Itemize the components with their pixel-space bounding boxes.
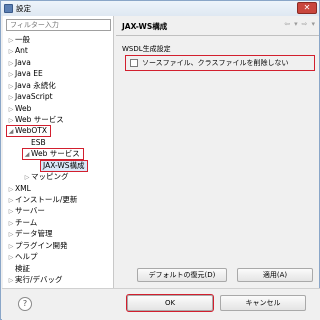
tree-item-java[interactable]: ▷ Java: [7, 58, 31, 68]
expand-arrow-icon[interactable]: ▷: [23, 173, 31, 183]
chevron-down-icon[interactable]: ▾: [311, 20, 315, 28]
tree-item-label: JavaScript: [15, 92, 53, 101]
expand-arrow-icon[interactable]: ▷: [7, 70, 15, 80]
tree-item-label: 検証: [15, 264, 30, 273]
tree-item-validation[interactable]: 検証: [7, 264, 30, 274]
tree-item-general[interactable]: ▷ 一般: [7, 35, 30, 45]
tree-item-install-update[interactable]: ▷ インストール/更新: [7, 195, 78, 206]
tree-item-label: ESB: [31, 138, 46, 147]
page-navigation: ⇦ ▾ ⇨ ▾: [284, 20, 315, 28]
expand-arrow-icon[interactable]: ▷: [7, 93, 15, 103]
header-divider: [116, 35, 319, 36]
tree-item-label: Web サービス: [31, 149, 80, 158]
tree-item-esb[interactable]: ESB: [23, 138, 46, 148]
expand-arrow-icon[interactable]: ▷: [7, 82, 15, 92]
expand-arrow-icon[interactable]: ▷: [7, 242, 15, 252]
help-icon[interactable]: ?: [18, 297, 32, 311]
tree-item-label: WebOTX: [15, 126, 47, 135]
tree-item-web[interactable]: ▷ Web: [7, 104, 32, 115]
wsdl-group-label: WSDL生成設定: [122, 45, 171, 53]
tree-item-server[interactable]: ▷ サーバー: [7, 206, 45, 216]
tree-item-xml[interactable]: ▷ XML: [7, 184, 31, 194]
apply-button[interactable]: 適用(A): [237, 268, 313, 282]
expand-arrow-icon[interactable]: ▷: [7, 36, 15, 46]
expand-arrow-icon[interactable]: ▷: [7, 219, 15, 229]
expand-arrow-icon[interactable]: ▷: [7, 47, 15, 57]
tree-item-help[interactable]: ▷ ヘルプ: [7, 252, 38, 262]
keep-files-checkbox[interactable]: [130, 59, 138, 67]
tree-item-label: サーバー: [15, 206, 45, 215]
window-title: 設定: [16, 4, 31, 13]
keep-files-option[interactable]: ソースファイル、クラスファイルを削除しない: [125, 55, 315, 71]
expand-arrow-icon[interactable]: ▷: [7, 116, 15, 126]
tree-item-team[interactable]: ▷ チーム: [7, 218, 38, 229]
forward-arrow-icon[interactable]: ⇨: [302, 20, 308, 28]
tree-item-label: チーム: [15, 218, 38, 227]
expand-arrow-icon[interactable]: ▷: [7, 276, 15, 286]
tree-item-label: プラグイン開発: [15, 241, 68, 250]
tree-item-label: ヘルプ: [15, 252, 38, 261]
tree-item-jax-ws-config[interactable]: JAX-WS構成: [40, 160, 88, 172]
ok-button[interactable]: OK: [126, 294, 214, 312]
tree-item-webotx-web-services[interactable]: ◢ Web サービス: [22, 148, 84, 160]
keep-files-label: ソースファイル、クラスファイルを削除しない: [142, 59, 289, 67]
collapse-arrow-icon[interactable]: ◢: [7, 127, 15, 137]
collapse-arrow-icon[interactable]: ◢: [23, 150, 31, 160]
expand-arrow-icon[interactable]: ▷: [7, 196, 15, 206]
tree-item-web-services[interactable]: ▷ Web サービス: [7, 115, 64, 125]
back-arrow-icon[interactable]: ⇦: [284, 20, 290, 28]
tree-item-label: Java EE: [15, 69, 43, 78]
tree-item-label: Java 永続化: [15, 81, 56, 90]
tree-item-label: マッピング: [31, 172, 69, 181]
tree-item-label: Java: [15, 58, 31, 67]
app-icon: [4, 4, 13, 13]
page-title: JAX-WS構成: [122, 22, 168, 31]
tree-item-mapping[interactable]: ▷ マッピング: [23, 172, 69, 182]
expand-arrow-icon[interactable]: ▷: [7, 230, 15, 240]
tree-item-javascript[interactable]: ▷ JavaScript: [7, 92, 53, 102]
tree-item-label: インストール/更新: [15, 195, 78, 204]
tree-item-label: Ant: [15, 46, 28, 55]
tree-item-java-persistence[interactable]: ▷ Java 永続化: [7, 81, 56, 91]
expand-arrow-icon[interactable]: ▷: [7, 185, 15, 195]
tree-item-label: 実行/デバッグ: [15, 275, 63, 284]
tree-item-label: データ管理: [15, 229, 53, 238]
tree-item-data-management[interactable]: ▷ データ管理: [7, 229, 53, 239]
tree-item-webotx[interactable]: ◢ WebOTX: [6, 125, 51, 137]
tree-item-run-debug[interactable]: ▷ 実行/デバッグ: [7, 275, 63, 285]
preference-tree-panel: ▷一般 ▷Ant ▷Java ▷Java EE ▷Java 永続化 ▷JavaS…: [3, 16, 114, 288]
restore-defaults-button[interactable]: デフォルトの復元(D): [137, 268, 227, 282]
tree-item-label: JAX-WS構成: [43, 161, 85, 170]
tree-item-label: XML: [15, 184, 31, 193]
expand-arrow-icon[interactable]: ▷: [7, 59, 15, 69]
expand-arrow-icon[interactable]: ▷: [7, 105, 15, 115]
tree-item-ant[interactable]: ▷ Ant: [7, 46, 28, 56]
title-bar: 設定 ✕: [1, 1, 319, 16]
tree-item-plugin-development[interactable]: ▷ プラグイン開発: [7, 241, 68, 251]
preference-page: JAX-WS構成 ⇦ ▾ ⇨ ▾ WSDL生成設定 ソースファイル、クラスファイ…: [116, 16, 319, 288]
dialog-button-bar: ? OK キャンセル: [2, 288, 320, 320]
tree-item-label: Web: [15, 104, 32, 113]
preferences-window: 設定 ✕ ▷一般 ▷Ant ▷Java ▷Java EE ▷Java 永続化 ▷…: [0, 0, 320, 320]
cancel-button[interactable]: キャンセル: [220, 295, 306, 311]
chevron-down-icon[interactable]: ▾: [294, 20, 298, 28]
tree-item-java-ee[interactable]: ▷ Java EE: [7, 69, 43, 79]
tree-item-label: Web サービス: [15, 115, 64, 124]
tree-item-label: 一般: [15, 35, 30, 44]
expand-arrow-icon[interactable]: ▷: [7, 207, 15, 217]
filter-input[interactable]: [6, 19, 111, 31]
close-button[interactable]: ✕: [297, 2, 317, 14]
expand-arrow-icon[interactable]: ▷: [7, 253, 15, 263]
